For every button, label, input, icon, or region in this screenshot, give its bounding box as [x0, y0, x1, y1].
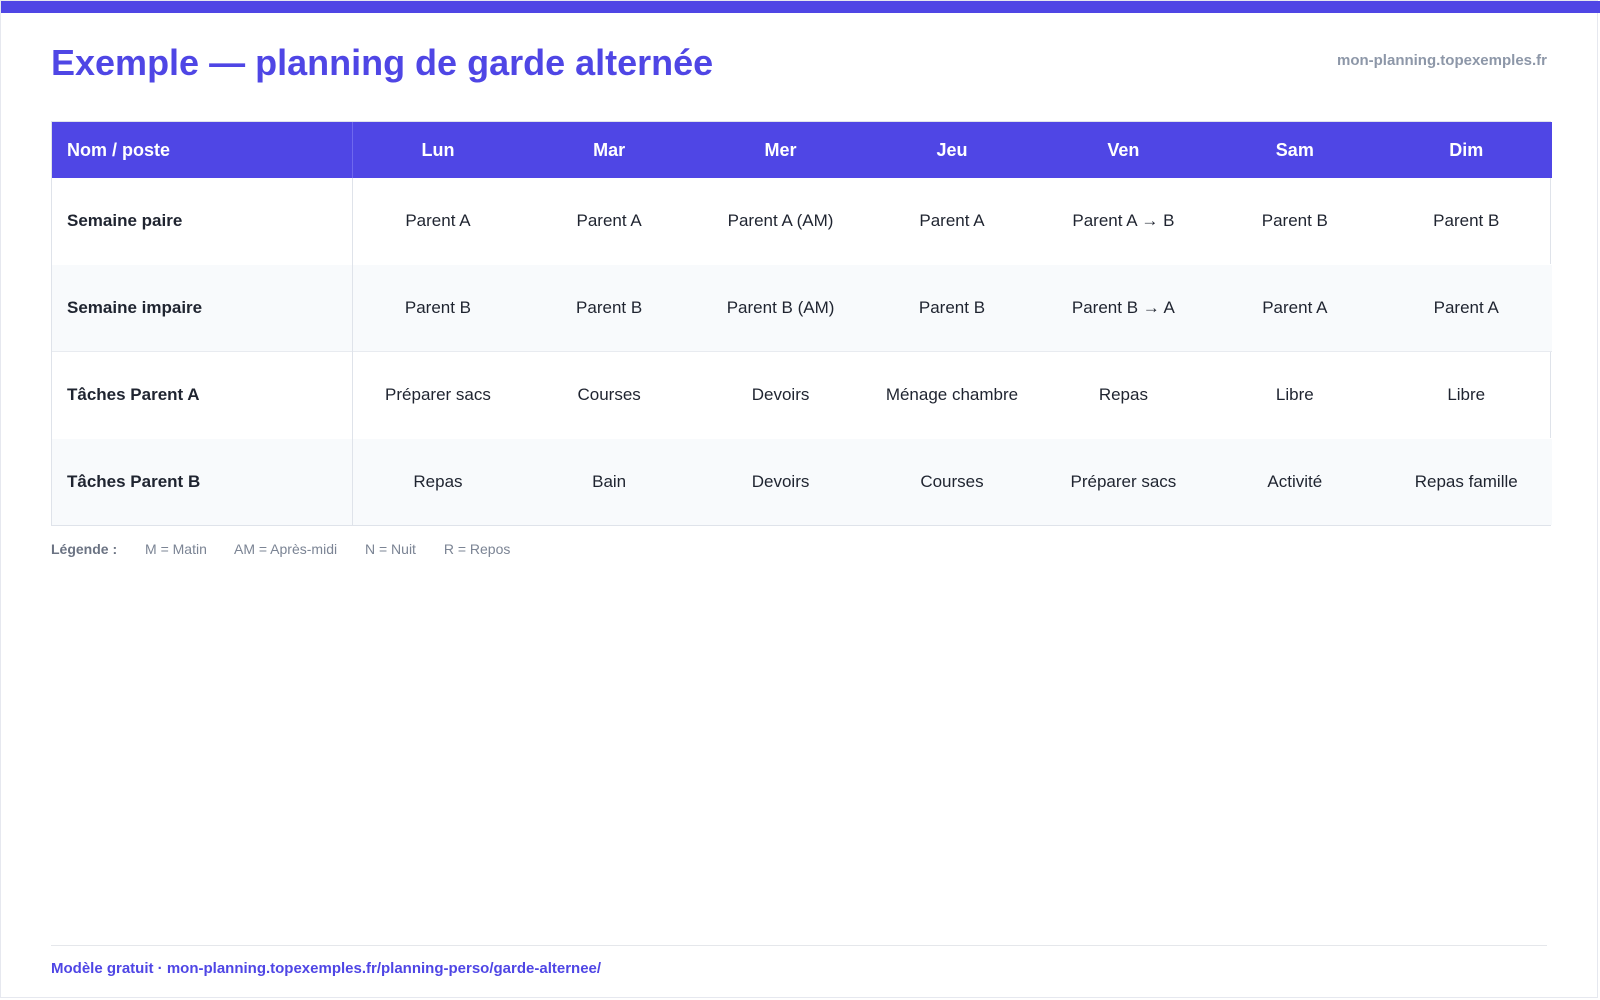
column-header-jeu: Jeu [866, 122, 1038, 178]
table-cell: Courses [866, 438, 1038, 525]
table-row: Semaine paire Parent A Parent A Parent A… [52, 178, 1552, 265]
table-row: Semaine impaire Parent B Parent B Parent… [52, 264, 1552, 352]
table-cell: Parent A [1380, 264, 1552, 352]
header-row: Nom / poste Lun Mar Mer Jeu Ven Sam Dim [52, 122, 1552, 178]
table-cell: Repas [1037, 351, 1210, 439]
row-label: Semaine paire [52, 178, 353, 265]
table-body: Semaine paire Parent A Parent A Parent A… [52, 178, 1552, 525]
legend: Légende : M = Matin AM = Après-midi N = … [51, 539, 534, 559]
table-cell: Parent B (AM) [694, 264, 867, 352]
column-header-ven: Ven [1037, 122, 1210, 178]
table-cell: Parent B [1261, 211, 1328, 230]
row-label: Tâches Parent A [52, 351, 353, 439]
column-header-dim: Dim [1380, 122, 1552, 178]
table-cell: Parent A → B [1072, 211, 1175, 230]
table-cell: Activité [1209, 438, 1381, 525]
table-cell: Parent A [405, 211, 471, 230]
table-cell: Préparer sacs [352, 351, 524, 439]
planning-page: Exemple — planning de garde alternée mon… [0, 0, 1600, 998]
row-label: Semaine impaire [52, 264, 353, 352]
page-title: Exemple — planning de garde alternée [51, 42, 714, 83]
site-domain: mon-planning.topexemples.fr [1336, 52, 1547, 69]
legend-item-nuit: N = Nuit [364, 541, 416, 557]
table-cell: Courses [523, 351, 695, 439]
table-cell: Parent A [1209, 264, 1381, 352]
column-header-name: Nom / poste [52, 122, 353, 178]
planning-table-container: Nom / poste Lun Mar Mer Jeu Ven Sam Dim … [51, 121, 1552, 526]
table-cell: Parent B → A [1037, 264, 1210, 352]
table-cell: Repas [352, 438, 524, 525]
table-header: Nom / poste Lun Mar Mer Jeu Ven Sam Dim [52, 122, 1552, 178]
table-cell: Parent A (AM) [727, 211, 834, 230]
column-header-mar: Mar [523, 122, 695, 178]
table-cell: Libre [1380, 351, 1552, 439]
legend-item-repos: R = Repos [443, 541, 511, 557]
table-cell: Ménage chambre [866, 351, 1038, 439]
row-label: Tâches Parent B [52, 438, 353, 525]
footer-link[interactable]: Modèle gratuit · mon-planning.topexemple… [51, 959, 601, 979]
column-header-mer: Mer [694, 122, 867, 178]
table-cell: Préparer sacs [1037, 438, 1210, 525]
table-cell: Devoirs [694, 351, 867, 439]
table-cell: Libre [1209, 351, 1381, 439]
table-cell: Repas famille [1380, 438, 1552, 525]
planning-table: Nom / poste Lun Mar Mer Jeu Ven Sam Dim … [52, 122, 1552, 525]
legend-item-apres-midi: AM = Après-midi [234, 541, 338, 557]
table-cell: Parent B [523, 264, 695, 352]
table-row: Tâches Parent B Repas Bain Devoirs Cours… [52, 438, 1552, 525]
table-cell: Parent A [576, 211, 642, 230]
table-cell: Devoirs [694, 438, 867, 525]
table-cell: Parent B [352, 264, 524, 352]
table-row: Tâches Parent A Préparer sacs Courses De… [52, 351, 1552, 439]
top-accent-bar [1, 1, 1600, 13]
footer-divider [51, 945, 1547, 946]
column-header-lun: Lun [352, 122, 524, 178]
legend-item-matin: M = Matin [145, 541, 207, 557]
legend-title: Légende : [51, 541, 118, 557]
column-header-sam: Sam [1209, 122, 1381, 178]
page-header: Exemple — planning de garde alternée mon… [51, 39, 1547, 89]
table-cell: Parent B [1433, 211, 1500, 230]
table-cell: Parent B [866, 264, 1038, 352]
table-cell: Bain [523, 438, 695, 525]
table-cell: Parent A [919, 211, 985, 230]
